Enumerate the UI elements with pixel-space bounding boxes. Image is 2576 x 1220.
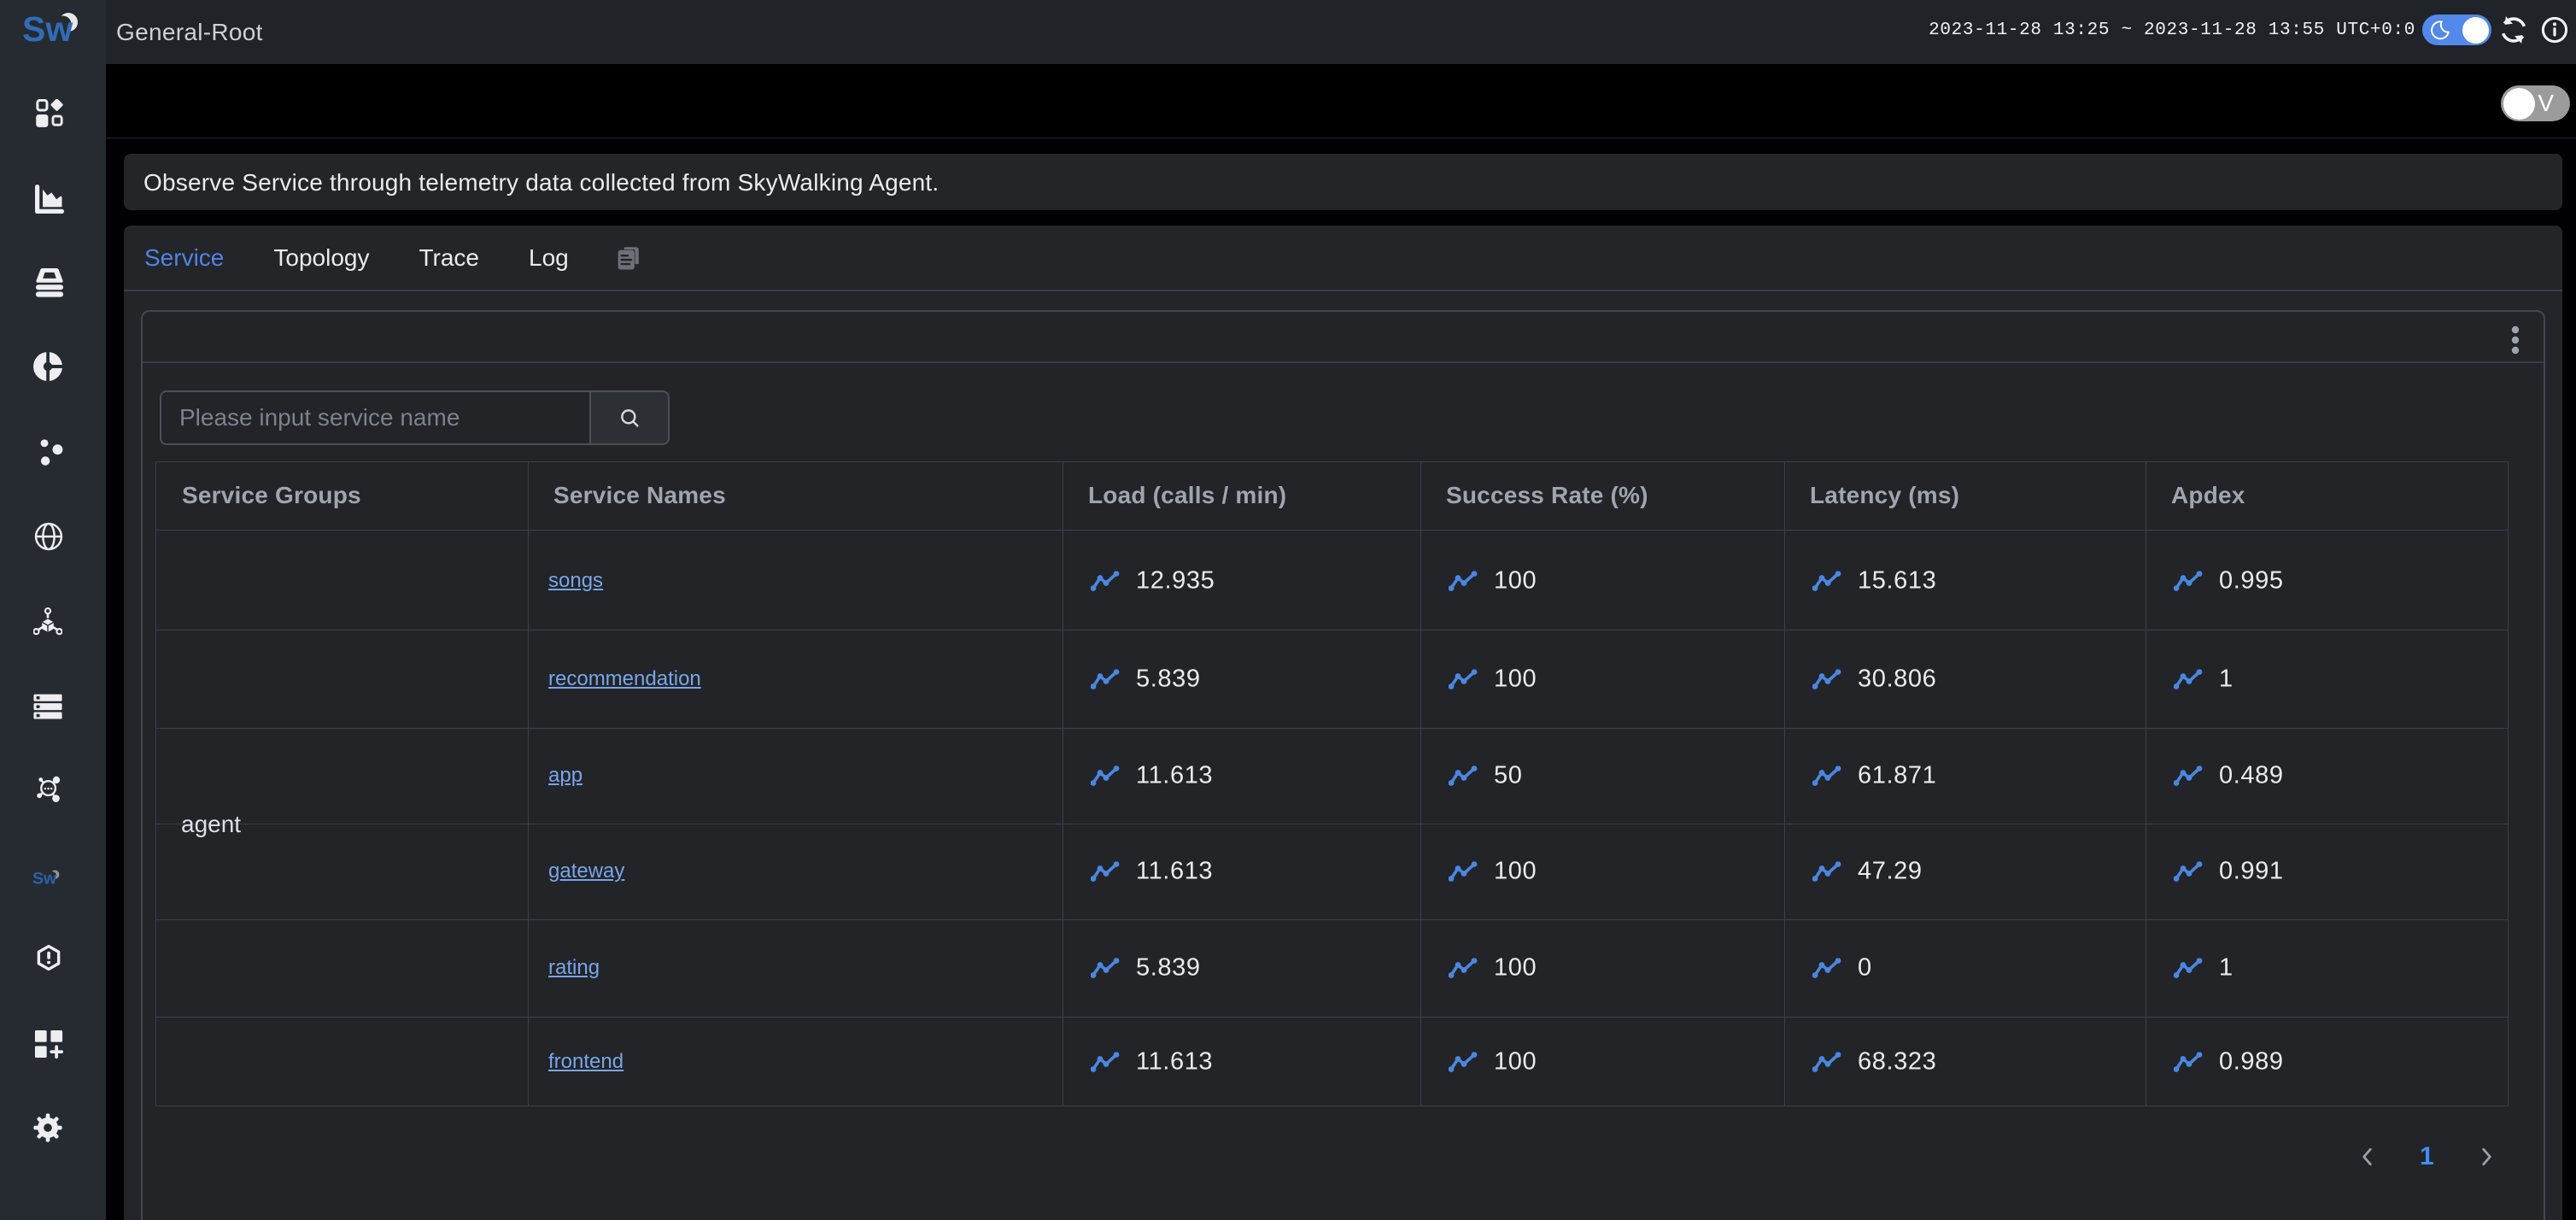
svg-text:Sw: Sw xyxy=(32,870,57,889)
svg-text:Sw: Sw xyxy=(22,9,73,49)
